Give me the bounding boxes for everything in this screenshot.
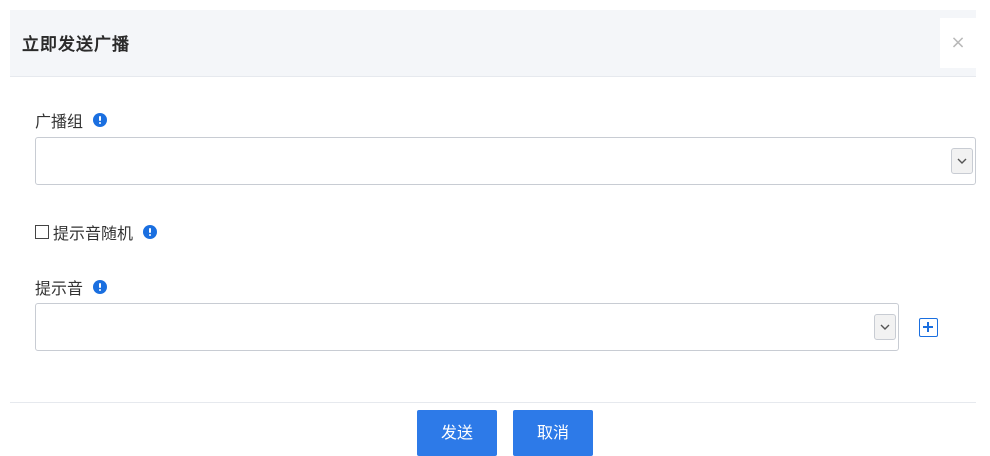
info-icon[interactable] — [93, 280, 108, 294]
send-button[interactable]: 发送 — [417, 410, 497, 456]
random-tone-label[interactable]: 提示音随机 — [53, 220, 133, 244]
chevron-down-icon[interactable] — [874, 314, 896, 340]
chevron-down-icon[interactable] — [951, 148, 973, 174]
tone-label-row: 提示音 — [35, 275, 108, 299]
broadcast-group-label-row: 广播组 — [35, 108, 108, 132]
tone-select[interactable] — [35, 303, 899, 351]
dialog-title: 立即发送广播 — [22, 35, 130, 55]
cancel-button[interactable]: 取消 — [513, 410, 593, 456]
plus-square-icon[interactable] — [919, 318, 938, 337]
close-button[interactable]: × — [940, 18, 976, 68]
dialog-header: 立即发送广播 × — [10, 10, 976, 77]
footer-divider — [10, 402, 976, 403]
send-broadcast-dialog: 立即发送广播 × 广播组 提示音随机 提示音 发送 取消 — [0, 0, 990, 456]
random-tone-row: 提示音随机 — [35, 220, 158, 244]
info-icon[interactable] — [93, 113, 108, 127]
broadcast-group-label: 广播组 — [35, 112, 84, 131]
info-icon[interactable] — [143, 225, 158, 239]
tone-label: 提示音 — [35, 279, 84, 298]
close-icon: × — [950, 32, 966, 53]
random-tone-checkbox[interactable] — [35, 225, 49, 239]
broadcast-group-select[interactable] — [35, 137, 976, 185]
